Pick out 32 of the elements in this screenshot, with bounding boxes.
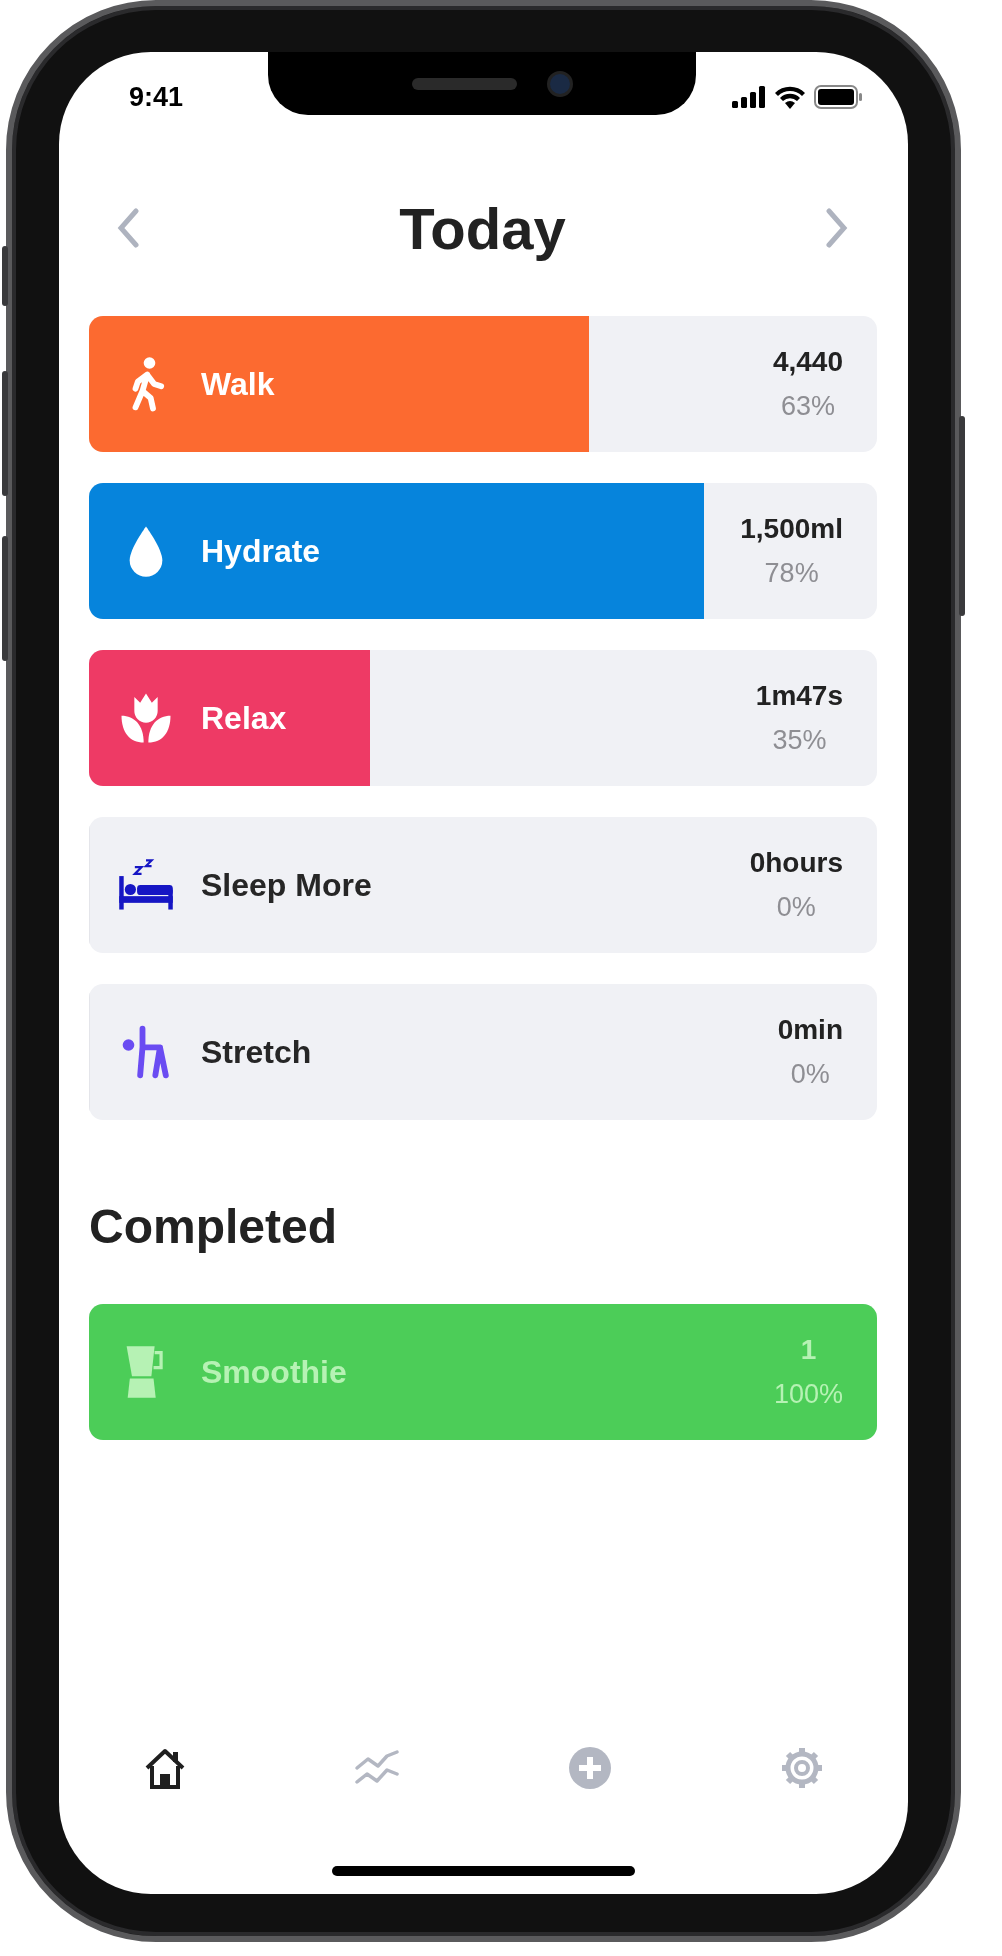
- goal-label: Hydrate: [201, 532, 322, 570]
- page-title: Today: [399, 194, 566, 262]
- goal-value: 0min: [777, 1013, 843, 1047]
- goal-value: 4,440: [772, 345, 843, 379]
- goal-value: 1,500ml: [740, 512, 843, 546]
- goal-card[interactable]: Sleep More 0hours 0%: [89, 817, 877, 953]
- goal-percent: 78%: [764, 557, 819, 590]
- goal-value: 0hours: [749, 846, 843, 880]
- battery-icon: [814, 85, 862, 109]
- goal-label: Walk: [201, 365, 276, 403]
- goal-label: Stretch: [201, 1033, 313, 1071]
- wifi-icon: [774, 85, 806, 109]
- goal-value: 1: [800, 1333, 817, 1367]
- goal-card[interactable]: Stretch 0min 0%: [89, 984, 877, 1120]
- goal-card[interactable]: Hydrate 1,500ml 78%: [89, 483, 877, 619]
- goal-card[interactable]: Walk 4,440 63%: [89, 316, 877, 452]
- goal-percent: 63%: [780, 390, 835, 423]
- goal-value: 1m47s: [755, 679, 843, 713]
- goal-percent: 0%: [790, 1058, 830, 1091]
- chevron-left-icon: [116, 208, 140, 248]
- goal-label: Smoothie: [201, 1353, 348, 1391]
- goal-percent: 100%: [773, 1378, 843, 1411]
- section-heading: Completed: [89, 1199, 338, 1255]
- chevron-right-icon: [825, 208, 849, 248]
- goal-label: Sleep More: [201, 866, 373, 904]
- signal-icon: [732, 86, 766, 108]
- camera-lens: [546, 70, 573, 97]
- goal-percent: 35%: [772, 724, 827, 757]
- goal-percent: 0%: [776, 891, 816, 924]
- goal-label: Relax: [201, 699, 288, 737]
- status-time: 9:41: [129, 81, 184, 113]
- goal-card[interactable]: Relax 1m47s 35%: [89, 650, 877, 786]
